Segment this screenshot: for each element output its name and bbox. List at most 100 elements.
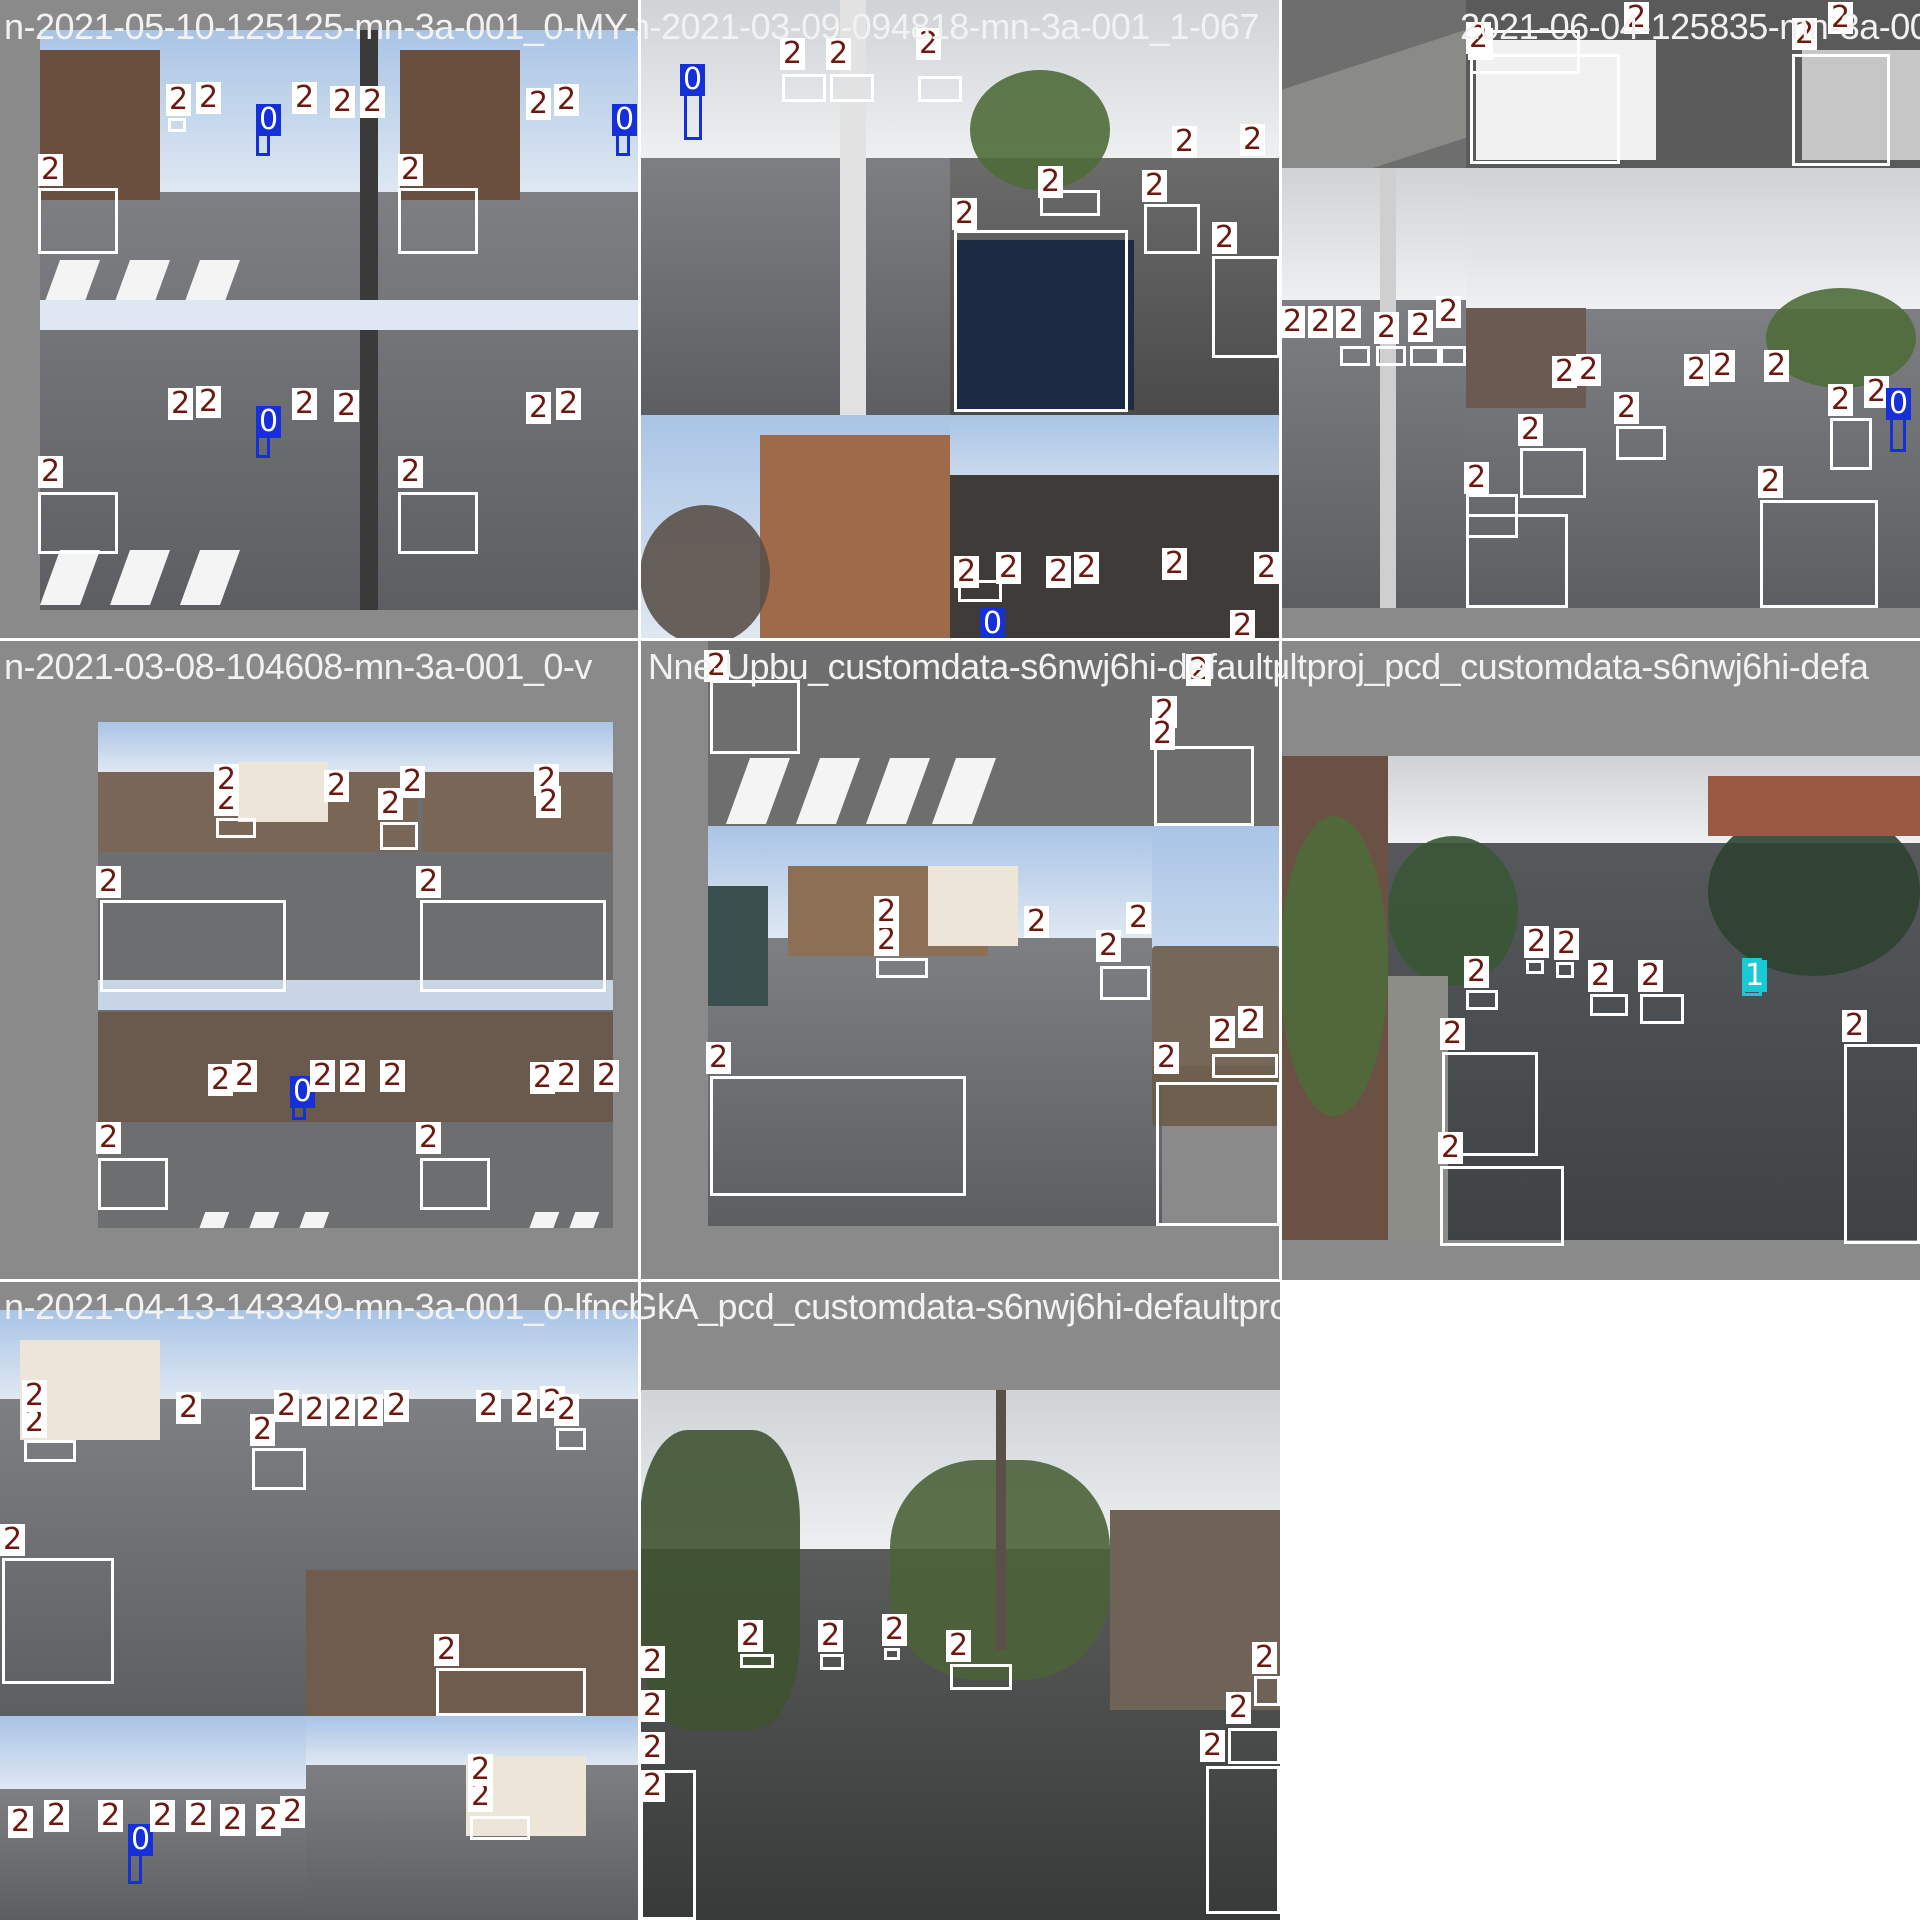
car-label: 2 (952, 198, 978, 230)
grid-divider (638, 0, 641, 1920)
car-bbox (1410, 346, 1440, 366)
tile-title: ultproj_pcd_customdata-s6nwj6hi-defa (1280, 646, 1869, 687)
car-label: 2 (1524, 926, 1550, 958)
car-label: 2 (292, 388, 318, 420)
car-label: 2 (360, 86, 386, 118)
car-label: 2 (38, 154, 64, 186)
car-label: 2 (220, 1804, 246, 1836)
car-bbox (782, 74, 826, 102)
car-label: 2 (1162, 548, 1188, 580)
car-bbox (1466, 514, 1568, 608)
car-bbox (1156, 1082, 1280, 1226)
car-label: 2 (1436, 296, 1462, 328)
car-bbox (820, 1654, 844, 1670)
car-label: 2 (1254, 552, 1280, 584)
car-label: 2 (1280, 306, 1306, 338)
car-label: 2 (334, 390, 360, 422)
car-label: 2 (530, 1062, 556, 1094)
car-label: 2 (330, 86, 356, 118)
car-bbox (24, 1440, 76, 1462)
car-bbox (950, 1664, 1012, 1690)
empty-cell (1280, 1280, 1920, 1920)
car-label: 2 (954, 556, 980, 588)
car-label: 2 (98, 1800, 124, 1832)
car-label: 2 (340, 1060, 366, 1092)
car-label: 2 (640, 1732, 666, 1764)
car-label: 2 (214, 764, 240, 796)
car-bbox (1526, 960, 1544, 974)
car-label: 2 (398, 154, 424, 186)
pedestrian-label: 0 (612, 104, 638, 136)
mosaic-tile-4: n-2021-03-08-104608-mn-3a-001_0-v 2 2 2 … (0, 640, 640, 1280)
car-label: 2 (280, 1796, 306, 1828)
mosaic-tile-3: 2021-06-04-125835-mn-3a-001_0-2 2 2 2 2 … (1280, 0, 1920, 640)
car-label: 2 (150, 1800, 176, 1832)
car-label: 2 (96, 866, 122, 898)
car-label: 2 (256, 1804, 282, 1836)
car-label: 2 (1554, 928, 1580, 960)
car-label: 2 (416, 866, 442, 898)
car-label: 2 (0, 1524, 26, 1556)
car-label: 2 (1046, 556, 1072, 588)
car-bbox (1212, 1054, 1278, 1078)
car-label: 2 (556, 388, 582, 420)
car-label: 2 (1024, 906, 1050, 938)
scene-photo (640, 415, 950, 640)
pedestrian-label: 0 (680, 64, 706, 96)
car-bbox (1760, 500, 1878, 608)
car-label: 2 (1074, 552, 1100, 584)
car-label: 2 (1552, 356, 1578, 388)
car-label: 2 (1200, 1730, 1226, 1762)
car-bbox (830, 74, 874, 102)
car-label: 2 (640, 1770, 666, 1802)
car-bbox (1616, 426, 1666, 460)
tile-title: 2021-06-04-125835-mn-3a-001_0-2 (1460, 6, 1920, 47)
car-bbox (918, 76, 962, 102)
car-bbox (1466, 990, 1498, 1010)
car-label: 2 (640, 1690, 666, 1722)
car-bbox (884, 1648, 900, 1660)
car-label: 2 (1842, 1010, 1868, 1042)
car-label: 2 (526, 88, 552, 120)
mosaic-tile-2: n-2021-03-09-094818-mn-3a-001_1-067 0 2 … (640, 0, 1280, 640)
car-label: 2 (250, 1414, 276, 1446)
car-bbox (168, 118, 186, 132)
cyclist-label: 1 (1742, 960, 1768, 992)
car-bbox (954, 230, 1128, 412)
tile-title: n-2021-04-13-143349-mn-3a-001_0-lfncbkA_… (4, 1286, 640, 1327)
car-bbox (420, 900, 606, 992)
car-label: 2 (1614, 392, 1640, 424)
car-label: 2 (330, 1394, 356, 1426)
car-label: 2 (594, 1060, 620, 1092)
car-label: 2 (38, 456, 64, 488)
car-bbox (1470, 54, 1620, 164)
car-label: 2 (166, 84, 192, 116)
pedestrian-label: 0 (980, 608, 1006, 640)
car-label: 2 (874, 896, 900, 928)
mosaic-tile-1: n-2021-05-10-125125-mn-3a-001_0-MY-2021-… (0, 0, 640, 640)
car-label: 2 (554, 84, 580, 116)
car-label: 2 (22, 1380, 48, 1412)
car-bbox (1830, 418, 1872, 470)
car-label: 2 (1638, 960, 1664, 992)
car-bbox (420, 1158, 490, 1210)
car-bbox (1590, 994, 1628, 1016)
car-label: 2 (186, 1800, 212, 1832)
car-label: 2 (1408, 310, 1434, 342)
car-label: 2 (208, 1064, 234, 1096)
car-label: 2 (8, 1806, 34, 1838)
car-bbox (1556, 962, 1574, 978)
car-label: 2 (640, 1646, 666, 1678)
car-bbox (710, 1076, 966, 1196)
tile-title: n-2021-03-08-104608-mn-3a-001_0-v (4, 646, 592, 687)
car-bbox (1144, 204, 1200, 254)
mosaic-tile-5: Nne-Upbu_customdata-s6nwj6hi-defaultproj… (640, 640, 1280, 1280)
car-bbox (38, 492, 118, 554)
car-label: 2 (1142, 170, 1168, 202)
car-bbox (1212, 256, 1280, 358)
car-label: 2 (398, 456, 424, 488)
mosaic-tile-7: n-2021-04-13-143349-mn-3a-001_0-lfncbkA_… (0, 1280, 640, 1920)
car-bbox (710, 680, 800, 754)
tile-title: nGkA_pcd_customdata-s6nwj6hi-defaultproj (640, 1286, 1280, 1327)
car-bbox (556, 1428, 586, 1450)
